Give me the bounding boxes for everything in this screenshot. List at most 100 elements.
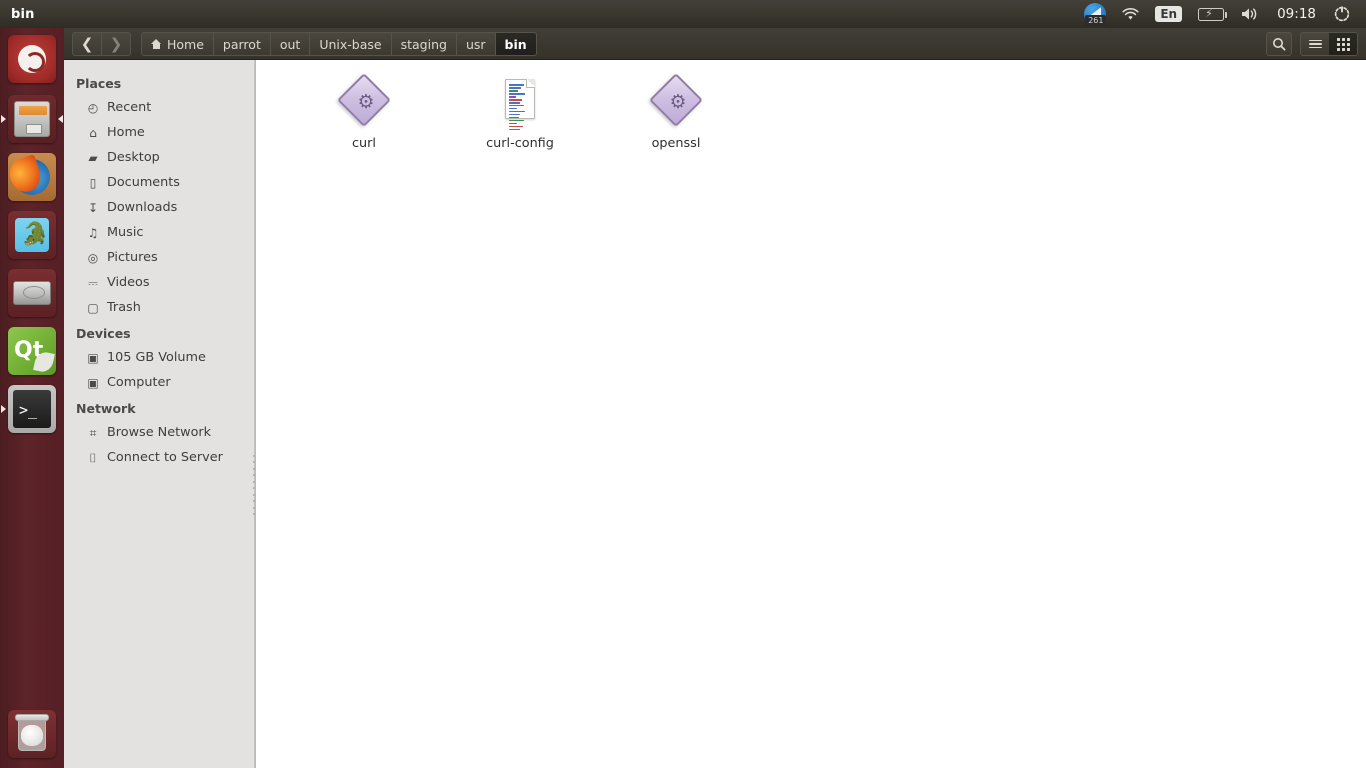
sidebar-item-connect-to-server[interactable]: ⌷ Connect to Server	[64, 445, 254, 470]
file-manager-icon	[8, 95, 56, 143]
list-view-button[interactable]	[1301, 33, 1329, 55]
sidebar-item-105-gb-volume[interactable]: ▣ 105 GB Volume	[64, 345, 254, 370]
sidebar-section-places: Places	[76, 76, 122, 91]
script-file-icon	[494, 76, 546, 131]
file-manager-body: Places ◴ Recent ⌂ Home ▰ Desktop ▯ Documents ↧ Dow…	[64, 60, 1366, 768]
forward-button[interactable]: ❯	[102, 33, 130, 55]
home-icon: ⌂	[89, 125, 97, 140]
software-updates-icon[interactable]: 261	[1076, 0, 1114, 28]
breadcrumb-item-out[interactable]: out	[271, 33, 311, 55]
sidebar-item-label: Trash	[107, 300, 141, 315]
sidebar-item-label: Desktop	[107, 150, 160, 165]
sidebar: Places ◴ Recent ⌂ Home ▰ Desktop ▯ Documents ↧ Dow…	[64, 60, 254, 768]
breadcrumb-item-usr[interactable]: usr	[457, 33, 496, 55]
sidebar-item-documents[interactable]: ▯ Documents	[64, 170, 254, 195]
grid-view-button[interactable]	[1329, 33, 1357, 55]
breadcrumb-label: Home	[167, 36, 204, 52]
document-icon: ▯	[89, 175, 97, 190]
file-list-area[interactable]: ⚙ curl curl-config ⚙ openssl	[256, 60, 1366, 768]
sidebar-item-label: Pictures	[107, 250, 158, 265]
breadcrumb-label: parrot	[222, 36, 261, 52]
folder-icon: ▰	[88, 150, 98, 165]
keyboard-layout-indicator[interactable]: En	[1147, 0, 1190, 28]
file-label: openssl	[651, 136, 701, 151]
file-label: curl	[352, 136, 376, 151]
sidebar-item-browse-network[interactable]: ⌗ Browse Network	[64, 420, 254, 445]
sidebar-item-home[interactable]: ⌂ Home	[64, 120, 254, 145]
breadcrumb-label: Unix-base	[319, 36, 382, 52]
battery-icon[interactable]: ⚡	[1190, 0, 1232, 28]
breadcrumb-label: usr	[465, 36, 486, 52]
home-icon	[151, 39, 162, 49]
sidebar-item-label: Recent	[107, 100, 152, 115]
file-item[interactable]: curl-config	[442, 74, 598, 151]
sidebar-item-computer[interactable]: ▣ Computer	[64, 370, 254, 395]
trash-icon: ▢	[87, 300, 99, 315]
back-button[interactable]: ❮	[73, 33, 101, 55]
launcher-item-files[interactable]	[0, 90, 64, 148]
sidebar-section-devices: Devices	[76, 326, 131, 341]
updates-count-badge: 261	[1085, 15, 1107, 26]
running-indicator-right	[58, 115, 63, 123]
sidebar-item-label: Documents	[107, 175, 180, 190]
network-icon: ⌗	[89, 425, 97, 440]
film-icon: ⎓	[88, 275, 98, 290]
file-icon-grid: ⚙ curl curl-config ⚙ openssl	[286, 73, 1366, 151]
search-button[interactable]	[1266, 32, 1292, 56]
sidebar-item-downloads[interactable]: ↧ Downloads	[64, 195, 254, 220]
breadcrumb-label: out	[279, 36, 301, 52]
executable-file-icon: ⚙	[649, 73, 703, 128]
firefox-icon	[8, 153, 56, 201]
breadcrumb-item-parrot[interactable]: parrot	[214, 33, 271, 55]
breadcrumb: Home parrot out Unix-base staging usr bin	[141, 32, 537, 56]
file-manager-window: ❮ ❯ Home parrot out Unix-base staging usr bin	[64, 28, 1366, 768]
sidebar-item-trash[interactable]: ▢ Trash	[64, 295, 254, 320]
launcher-item-firefox[interactable]	[0, 148, 64, 206]
camera-icon: ◎	[87, 250, 99, 265]
clock-icon: ◴	[87, 100, 99, 115]
executable-file-icon: ⚙	[337, 73, 391, 128]
launcher-item-trash[interactable]	[0, 705, 64, 763]
top-panel: bin 261 En ⚡ 09:18	[0, 0, 1366, 28]
breadcrumb-item-bin[interactable]: bin	[495, 33, 536, 55]
navigation-buttons: ❮ ❯	[72, 32, 131, 56]
running-indicator-left	[1, 405, 6, 413]
sidebar-item-videos[interactable]: ⎓ Videos	[64, 270, 254, 295]
sidebar-section-network: Network	[76, 401, 136, 416]
wifi-icon[interactable]	[1114, 0, 1147, 28]
sidebar-item-label: Connect to Server	[107, 450, 223, 465]
system-tray: 261 En ⚡ 09:18	[1076, 0, 1366, 28]
file-item[interactable]: ⚙ curl	[286, 73, 442, 151]
launcher-item-ubuntu-dash[interactable]	[0, 28, 64, 90]
launcher-item-disk-utility[interactable]	[0, 264, 64, 322]
breadcrumb-item-home[interactable]: Home	[142, 33, 214, 55]
hard-disk-icon	[8, 269, 56, 317]
breadcrumb-item-staging[interactable]: staging	[392, 33, 457, 55]
qt-creator-icon: Qt	[8, 327, 56, 375]
running-indicator-left	[1, 115, 6, 123]
sidebar-item-desktop[interactable]: ▰ Desktop	[64, 145, 254, 170]
sidebar-item-label: Computer	[107, 375, 171, 390]
sidebar-item-pictures[interactable]: ◎ Pictures	[64, 245, 254, 270]
sidebar-item-label: Music	[107, 225, 144, 240]
keyboard-layout-label: En	[1155, 6, 1183, 22]
clock[interactable]: 09:18	[1267, 0, 1326, 28]
view-mode-toggle	[1300, 32, 1358, 56]
launcher-item-terminal[interactable]: >_	[0, 380, 64, 438]
system-gear-icon[interactable]	[1326, 0, 1358, 28]
file-manager-toolbar: ❮ ❯ Home parrot out Unix-base staging usr bin	[64, 28, 1366, 60]
sidebar-item-recent[interactable]: ◴ Recent	[64, 95, 254, 120]
terminal-icon: >_	[8, 385, 56, 433]
sidebar-item-label: Videos	[107, 275, 150, 290]
drive-icon: ▣	[87, 350, 99, 365]
trash-icon	[8, 710, 56, 758]
volume-icon[interactable]	[1232, 0, 1267, 28]
sidebar-item-music[interactable]: ♫ Music	[64, 220, 254, 245]
breadcrumb-item-unix-base[interactable]: Unix-base	[310, 33, 392, 55]
launcher-item-gecko-app[interactable]: 🐊	[0, 206, 64, 264]
launcher-item-qt-creator[interactable]: Qt	[0, 322, 64, 380]
breadcrumb-label: bin	[504, 36, 527, 52]
file-item[interactable]: ⚙ openssl	[598, 73, 754, 151]
download-arrow-icon: ↧	[87, 200, 99, 215]
music-note-icon: ♫	[87, 225, 99, 240]
